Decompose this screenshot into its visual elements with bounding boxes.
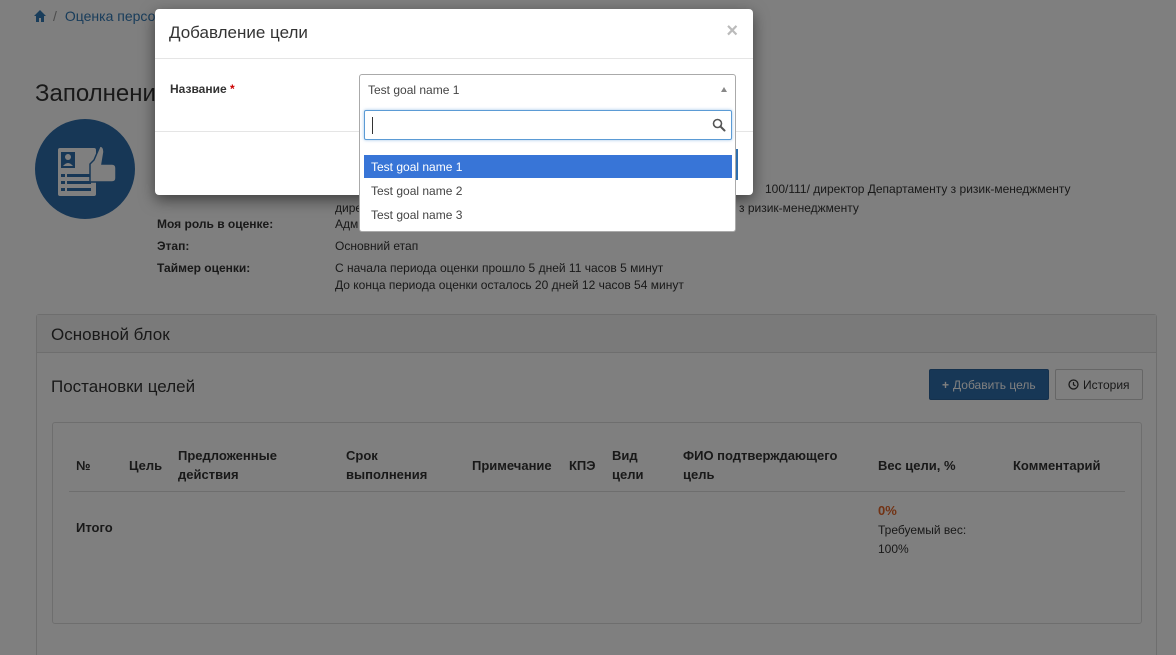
goal-name-selected: Test goal name 1 (368, 83, 460, 97)
dropdown-option[interactable]: Test goal name 1 (364, 155, 732, 178)
dropdown-option[interactable]: Test goal name 2 (364, 179, 732, 202)
required-asterisk: * (230, 82, 235, 96)
goal-name-select[interactable]: Test goal name 1 (359, 74, 736, 106)
dropdown-option[interactable]: Test goal name 3 (364, 203, 732, 226)
modal-title: Добавление цели (169, 23, 308, 42)
close-icon[interactable]: × (726, 21, 738, 41)
search-icon (712, 118, 726, 132)
text-caret (372, 117, 373, 134)
goal-name-label: Название * (170, 82, 235, 96)
modal-header: Добавление цели × (155, 9, 753, 59)
goal-name-label-text: Название (170, 82, 227, 96)
goal-name-dropdown: Test goal name 1 Test goal name 2 Test g… (359, 105, 736, 232)
chevron-up-icon (721, 87, 727, 92)
dropdown-search-input[interactable] (364, 110, 732, 140)
